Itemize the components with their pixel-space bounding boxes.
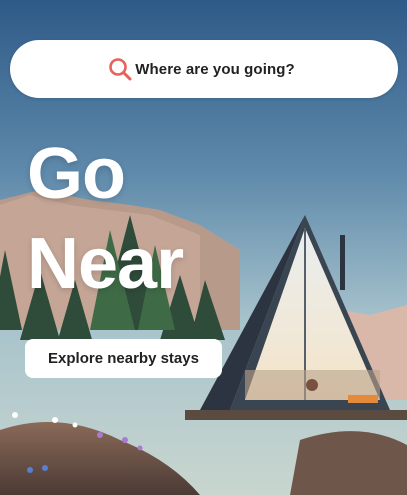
search-bar[interactable]: Where are you going? <box>10 40 398 98</box>
headline-line-1: Go <box>27 134 126 214</box>
explore-nearby-button[interactable]: Explore nearby stays <box>25 339 222 378</box>
search-label: Where are you going? <box>135 60 295 78</box>
search-icon <box>107 56 133 82</box>
headline-line-2: Near <box>27 224 184 304</box>
